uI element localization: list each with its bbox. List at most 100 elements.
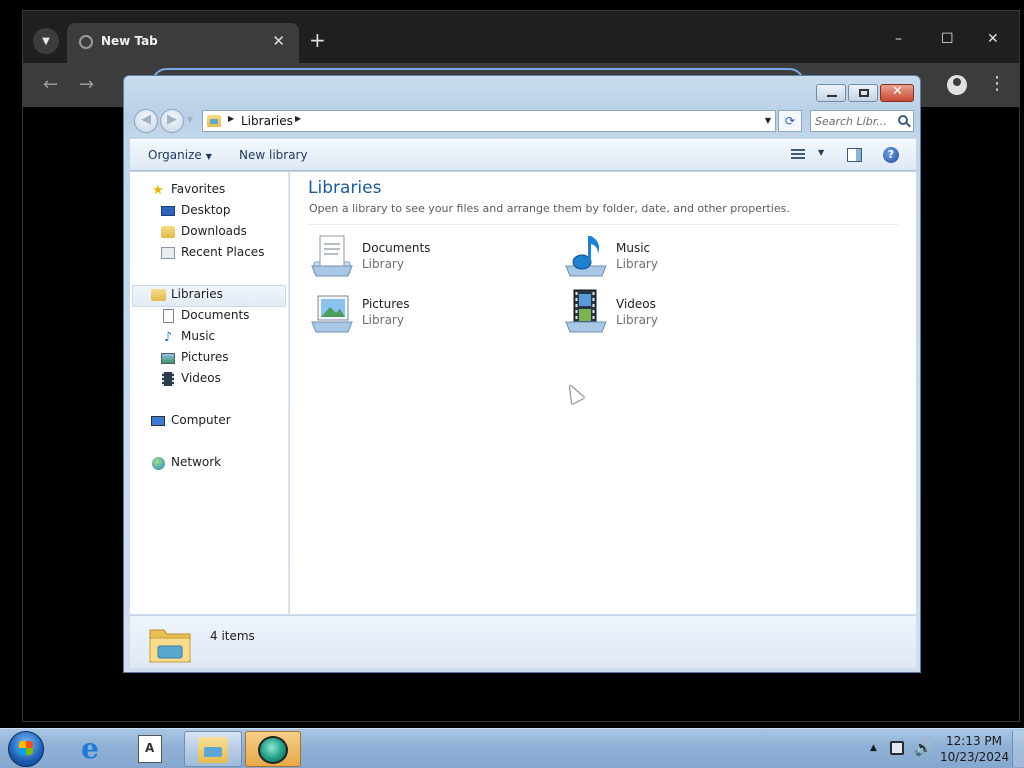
nav-favorites-label: Favorites — [171, 182, 226, 196]
browser-minimize-button[interactable]: – — [895, 31, 902, 47]
maximize-icon — [859, 89, 869, 97]
internet-explorer-icon: e — [81, 732, 99, 765]
chrome-tab-strip: ▼ New Tab ✕ + – ☐ ✕ — [23, 11, 1019, 63]
library-kind: Library — [362, 313, 404, 327]
nav-videos-label: Videos — [181, 371, 221, 385]
music-library-icon — [565, 236, 607, 277]
browser-back-icon[interactable]: ← — [43, 74, 58, 95]
library-kind: Library — [616, 313, 658, 327]
tab-close-icon[interactable]: ✕ — [272, 32, 285, 50]
close-icon: ✕ — [892, 84, 903, 99]
view-options-chevron-icon[interactable]: ▼ — [818, 148, 824, 157]
network-tray-icon[interactable] — [890, 741, 904, 755]
explorer-minimize-button[interactable] — [816, 84, 846, 102]
taskbar-windows-explorer[interactable] — [184, 731, 242, 767]
libraries-folder-icon — [149, 629, 191, 663]
pictures-icon — [160, 350, 176, 366]
search-icon[interactable] — [898, 115, 908, 125]
library-documents[interactable]: Documents Library — [308, 232, 538, 284]
nav-computer-label: Computer — [171, 413, 231, 427]
explorer-maximize-button[interactable] — [848, 84, 878, 102]
film-strip-icon — [160, 371, 176, 387]
library-name: Music — [616, 241, 651, 255]
item-count: 4 items — [210, 629, 255, 643]
libraries-folder-icon — [207, 115, 221, 127]
library-kind: Library — [616, 257, 658, 271]
nav-music-label: Music — [181, 329, 216, 343]
library-name: Pictures — [362, 297, 410, 311]
nav-pictures-label: Pictures — [181, 350, 229, 364]
nav-downloads-label: Downloads — [181, 224, 247, 238]
recent-places-icon — [160, 245, 176, 261]
heading-divider — [308, 224, 898, 225]
explorer-window: ✕ ▼ ▶ Libraries ▶ ▼ ⟳ Organize▼ New libr… — [123, 75, 921, 673]
organize-label: Organize — [148, 148, 202, 162]
library-name: Documents — [362, 241, 431, 255]
explorer-navigation-row: ▼ ▶ Libraries ▶ ▼ ⟳ — [132, 107, 914, 133]
tab-title: New Tab — [101, 34, 158, 48]
help-icon[interactable]: ? — [883, 147, 899, 163]
change-view-icon[interactable] — [791, 149, 805, 161]
refresh-button[interactable]: ⟳ — [778, 110, 802, 132]
breadcrumb-arrow-icon[interactable]: ▶ — [295, 114, 301, 123]
organize-button[interactable]: Organize ▼ — [148, 148, 212, 162]
new-library-button[interactable]: New library — [239, 148, 308, 162]
taskbar-document-app[interactable] — [122, 731, 178, 767]
content-pane: Libraries Open a library to see your fil… — [290, 172, 916, 614]
star-icon: ★ — [152, 182, 164, 198]
address-dropdown-icon[interactable]: ▼ — [765, 116, 771, 125]
libraries-folder-icon — [150, 287, 166, 303]
network-icon — [150, 455, 166, 471]
show-desktop-button[interactable] — [1012, 731, 1024, 767]
explorer-close-button[interactable]: ✕ — [880, 84, 914, 102]
explorer-titlebar[interactable]: ✕ — [124, 76, 920, 104]
tab-search-chevron-icon[interactable]: ▼ — [33, 28, 59, 54]
volume-icon[interactable]: 🔊 — [914, 739, 933, 757]
browser-menu-icon[interactable]: ⋮ — [988, 73, 1006, 94]
document-icon — [138, 735, 162, 763]
search-input[interactable] — [815, 113, 895, 129]
browser-close-button[interactable]: ✕ — [987, 31, 999, 47]
library-kind: Library — [362, 257, 404, 271]
app-icon — [258, 736, 288, 764]
page-title: Libraries — [308, 178, 382, 198]
new-tab-button[interactable]: + — [309, 30, 326, 50]
library-pictures[interactable]: Pictures Library — [308, 288, 538, 340]
recent-pages-chevron-icon[interactable]: ▼ — [187, 115, 193, 124]
music-note-icon: ♪ — [163, 329, 173, 345]
taskbar-active-app[interactable] — [245, 731, 301, 767]
breadcrumb-libraries[interactable]: Libraries — [241, 114, 293, 128]
nav-network-label: Network — [171, 455, 222, 469]
page-description: Open a library to see your files and arr… — [309, 202, 790, 215]
library-videos[interactable]: Videos Library — [562, 288, 792, 340]
globe-icon — [79, 35, 93, 49]
computer-icon — [150, 413, 166, 429]
address-bar[interactable]: ▶ Libraries ▶ ▼ — [202, 110, 776, 132]
breadcrumb-arrow-icon[interactable]: ▶ — [228, 114, 234, 123]
nav-recent-places-label: Recent Places — [181, 245, 265, 259]
preview-pane-icon[interactable] — [847, 148, 862, 162]
chevron-down-icon: ▼ — [205, 152, 212, 161]
tab-new-tab[interactable]: New Tab ✕ — [67, 23, 299, 63]
clock-time[interactable]: 12:13 PM — [940, 734, 1008, 748]
documents-icon — [160, 308, 176, 324]
downloads-folder-icon — [160, 224, 176, 240]
forward-button[interactable] — [160, 109, 184, 133]
search-box[interactable] — [810, 110, 914, 132]
navigation-pane: ★ Favorites Desktop Downloads Recent Pla… — [130, 172, 289, 614]
taskbar-internet-explorer[interactable]: e — [62, 731, 118, 767]
documents-library-icon — [311, 235, 353, 277]
profile-avatar-icon[interactable] — [947, 75, 967, 95]
start-button[interactable] — [8, 731, 44, 767]
taskbar: e ▲ 🔊 12:13 PM 10/23/2024 — [0, 728, 1024, 768]
details-pane: 4 items — [130, 615, 916, 668]
minimize-icon — [827, 95, 837, 97]
nav-desktop-label: Desktop — [181, 203, 231, 217]
back-button[interactable] — [134, 109, 158, 133]
clock-date[interactable]: 10/23/2024 — [940, 750, 1009, 764]
videos-library-icon — [565, 289, 607, 333]
browser-forward-icon[interactable]: → — [79, 74, 94, 95]
browser-maximize-button[interactable]: ☐ — [941, 31, 954, 47]
show-hidden-icons-icon[interactable]: ▲ — [870, 743, 877, 753]
library-music[interactable]: Music Library — [562, 232, 792, 284]
